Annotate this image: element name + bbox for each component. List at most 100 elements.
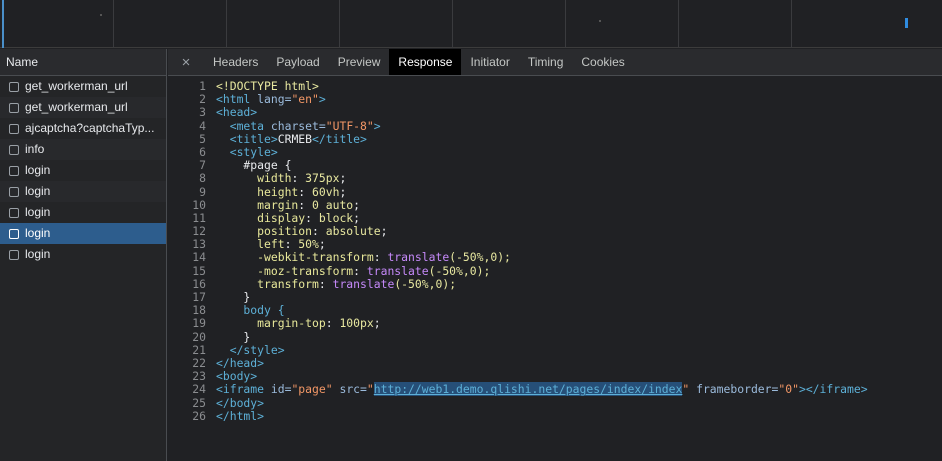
code-token: (-50%,0); [449, 250, 511, 265]
tab-initiator[interactable]: Initiator [461, 49, 518, 75]
code-token: position [216, 224, 313, 239]
code-token: : [305, 210, 319, 225]
code-token: id= [270, 382, 292, 397]
code-token: ></iframe> [798, 382, 868, 397]
code-token: translate [332, 276, 395, 291]
document-icon [9, 144, 19, 155]
timeline-request-bar [905, 18, 908, 28]
code-text: </html> [206, 409, 264, 423]
timeline-gridline [678, 0, 679, 48]
url-link[interactable]: http://web1.demo.qlishi.net/pages/index/… [373, 382, 683, 397]
tab-payload[interactable]: Payload [267, 49, 328, 75]
code-token: left [216, 237, 285, 252]
timeline-gridline [339, 0, 340, 48]
code-line: 19 margin-top: 100px; [168, 317, 942, 330]
code-lines: 1 <!DOCTYPE html> 2 <html lang="en"> 3 <head>… [168, 77, 942, 423]
request-name: login [25, 247, 51, 261]
document-icon [9, 165, 19, 176]
code-token: <meta [216, 118, 271, 133]
line-number: 21 [192, 342, 206, 357]
code-token: } [216, 329, 251, 344]
code-token: charset= [270, 118, 326, 133]
response-code-view[interactable]: 1 <!DOCTYPE html> 2 <html lang="en"> 3 <head>… [168, 77, 942, 461]
code-token: height [216, 184, 299, 199]
code-token: -moz-transform [216, 263, 354, 278]
tab-cookies[interactable]: Cookies [572, 49, 633, 75]
document-icon [9, 207, 19, 218]
code-token: } [216, 290, 251, 304]
code-token: -webkit-transform [216, 250, 374, 265]
timeline-marker [2, 0, 4, 48]
code-token: : [298, 184, 313, 199]
request-row[interactable]: login [0, 160, 166, 181]
line-number: 10 [192, 197, 206, 212]
code-line: 24 <iframe id="page" src="http://web1.dem… [168, 382, 942, 397]
code-token: margin-top [216, 316, 326, 331]
request-row[interactable]: login [0, 181, 166, 202]
code-token: body { [216, 303, 285, 318]
code-token: <!DOCTYPE html> [216, 79, 319, 93]
request-row[interactable]: get_workerman_url [0, 97, 166, 118]
line-number: 20 [192, 329, 206, 344]
request-row[interactable]: login [0, 223, 166, 244]
code-token: : [284, 237, 299, 252]
code-token: : [312, 224, 326, 239]
timeline-gridline [791, 0, 792, 48]
code-token: (-50%,0); [428, 263, 491, 278]
code-line: 5 <title>CRMEB</title> [168, 131, 942, 146]
request-row[interactable]: login [0, 202, 166, 223]
code-token: (-50%,0); [394, 276, 457, 291]
code-line: 25 </body> [168, 395, 942, 410]
tab-timing[interactable]: Timing [519, 49, 573, 75]
timeline-gridline [113, 0, 114, 48]
code-token: #page { [216, 158, 292, 173]
detail-tabbar: × Headers Payload Preview Response Initiator… [168, 49, 942, 76]
code-token: ; [380, 224, 388, 239]
code-token: </title> [312, 131, 367, 146]
tab-response[interactable]: Response [389, 49, 462, 75]
request-row[interactable]: ajcaptcha?captchaTyp... [0, 118, 166, 139]
code-token: <body> [216, 369, 258, 384]
line-number: 15 [192, 263, 206, 278]
code-token: "UTF-8" [325, 118, 374, 133]
timeline-gridline [226, 0, 227, 48]
tab-preview[interactable]: Preview [329, 49, 390, 75]
close-icon[interactable]: × [168, 49, 204, 75]
code-token: 0 auto [312, 197, 354, 212]
code-token: "en" [291, 92, 319, 107]
code-token: 375px [305, 171, 340, 186]
code-token: <head> [216, 105, 258, 120]
code-token: ; [339, 171, 347, 186]
document-icon [9, 123, 19, 134]
network-overview-timeline[interactable] [0, 0, 942, 48]
code-token: : [291, 171, 306, 186]
timeline-gridline [452, 0, 453, 48]
request-row[interactable]: info [0, 139, 166, 160]
code-token: : [318, 276, 333, 291]
document-icon [9, 228, 19, 239]
line-number: 14 [192, 250, 206, 265]
code-token: CRMEB [277, 131, 313, 146]
code-token: transform [216, 276, 319, 291]
code-token: ; [353, 210, 361, 225]
code-token: width [216, 171, 292, 186]
request-row[interactable]: login [0, 244, 166, 265]
request-list-panel: Name get_workerman_url get_workerman_url a… [0, 49, 167, 461]
code-token: ; [353, 197, 361, 212]
request-row[interactable]: get_workerman_url [0, 76, 166, 97]
code-token: <html [216, 92, 258, 107]
code-token: </body> [216, 395, 265, 410]
code-line: 26 </html> [168, 409, 942, 423]
request-name: login [25, 226, 51, 240]
request-name: login [25, 163, 51, 177]
code-line: 16 transform: translate(-50%,0); [168, 276, 942, 291]
line-number: 9 [199, 184, 206, 199]
code-token: : [325, 316, 340, 331]
code-token: "0" [778, 382, 799, 397]
code-token: : [353, 263, 367, 278]
name-column-header[interactable]: Name [0, 49, 166, 76]
tab-headers[interactable]: Headers [204, 49, 267, 75]
code-token: absolute [325, 224, 381, 239]
code-token: display [216, 210, 306, 225]
code-token: 100px [339, 316, 374, 331]
